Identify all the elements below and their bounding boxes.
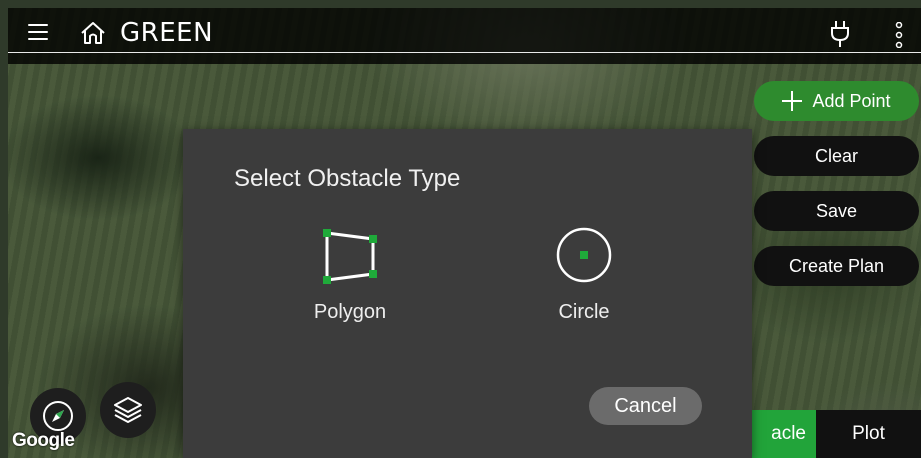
circle-icon — [556, 227, 612, 283]
app-title: GREEN — [120, 18, 214, 48]
tab-plot[interactable]: Plot — [816, 410, 921, 458]
plus-icon — [782, 91, 803, 111]
add-point-label: Add Point — [812, 90, 891, 111]
home-icon[interactable] — [80, 21, 106, 45]
polygon-label: Polygon — [313, 301, 387, 323]
cancel-button[interactable]: Cancel — [589, 387, 702, 425]
select-obstacle-dialog: Select Obstacle Type Polygon Circle Canc… — [183, 129, 752, 458]
compass-icon — [43, 401, 73, 431]
topbar-divider — [8, 52, 921, 53]
polygon-icon — [323, 229, 377, 284]
save-label: Save — [815, 200, 858, 221]
tab-obstacle-label: acle — [771, 423, 806, 444]
create-plan-button[interactable]: Create Plan — [754, 246, 919, 286]
save-button[interactable]: Save — [754, 191, 919, 231]
circle-option[interactable]: Circle — [514, 225, 654, 324]
dialog-title: Select Obstacle Type — [234, 165, 461, 192]
circle-label: Circle — [558, 301, 610, 323]
create-plan-label: Create Plan — [788, 255, 885, 276]
more-vertical-icon[interactable] — [894, 22, 904, 48]
tab-obstacle[interactable]: acle — [752, 410, 816, 458]
add-point-button[interactable]: Add Point — [754, 81, 919, 121]
clear-label: Clear — [814, 145, 858, 166]
menu-icon[interactable] — [28, 24, 48, 40]
bottom-mode-tabs: acle Plot — [752, 410, 921, 458]
google-logo: Google — [12, 430, 75, 451]
polygon-option[interactable]: Polygon — [280, 225, 420, 324]
tab-plot-label: Plot — [852, 423, 885, 444]
plug-icon[interactable] — [831, 20, 849, 48]
map-layers-button[interactable] — [100, 382, 156, 438]
cancel-label: Cancel — [614, 394, 677, 417]
top-app-bar: GREEN — [8, 8, 921, 64]
layers-icon — [114, 397, 142, 423]
clear-button[interactable]: Clear — [754, 136, 919, 176]
